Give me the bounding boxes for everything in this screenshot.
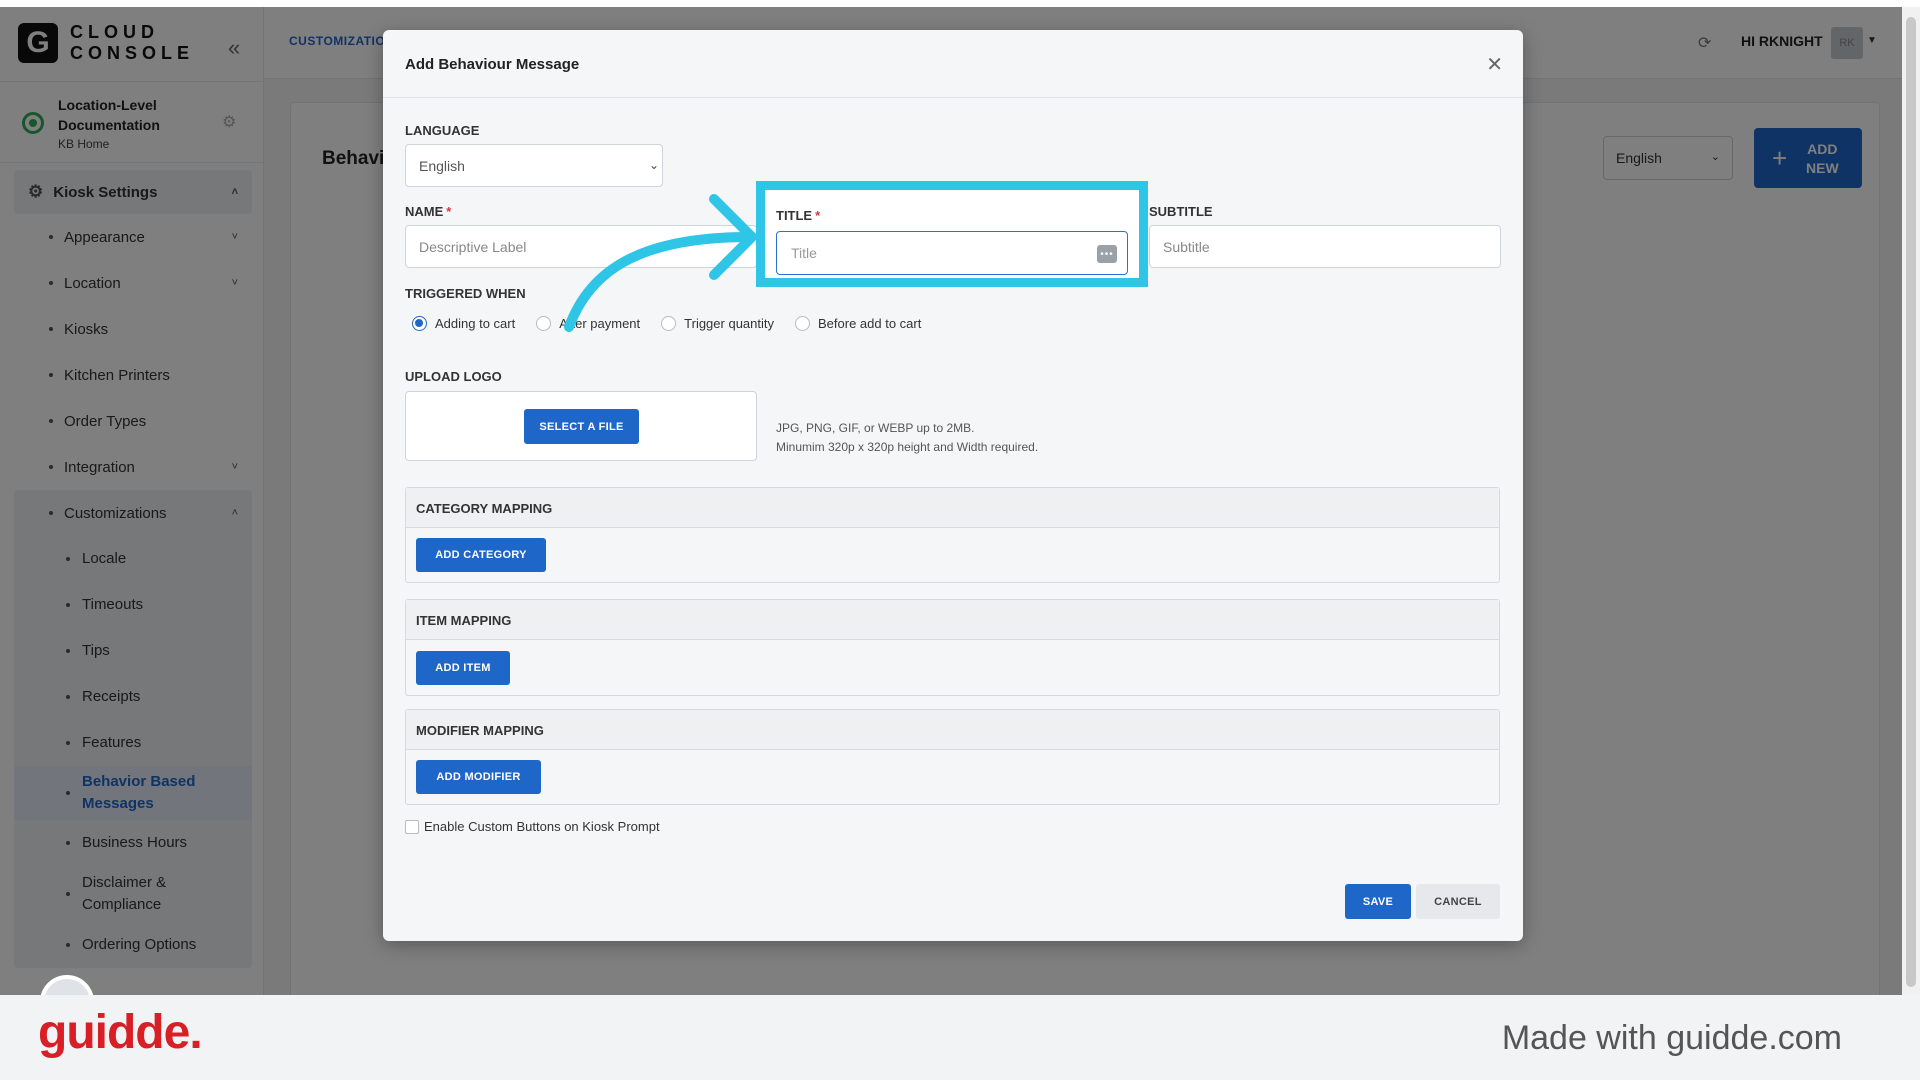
name-label: NAME * [405,204,451,219]
trigger-before-add-to-cart[interactable]: Before add to cart [795,316,921,331]
modifier-mapping-panel: MODIFIER MAPPING ADD MODIFIER [405,709,1500,805]
upload-dropzone[interactable]: SELECT A FILE [405,391,757,461]
subtitle-label: SUBTITLE [1149,204,1213,219]
custom-buttons-toggle[interactable]: Enable Custom Buttons on Kiosk Prompt [405,819,660,834]
custom-buttons-label: Enable Custom Buttons on Kiosk Prompt [424,819,660,834]
made-with-guidde[interactable]: Made with guidde.com [1502,1019,1842,1058]
radio-unchecked[interactable] [536,316,552,331]
modal-title: Add Behaviour Message [405,56,580,73]
upload-hint-line-2: Minumim 320p x 320p height and Width req… [776,440,1039,454]
modal-header: Add Behaviour Message ✕ [383,30,1523,98]
modifier-mapping-title: MODIFIER MAPPING [406,710,1499,750]
select-file-button[interactable]: SELECT A FILE [524,409,639,444]
radio-checked[interactable] [412,316,427,331]
trigger-after-payment[interactable]: After payment [536,316,640,331]
trigger-label: Before add to cart [818,316,922,331]
item-mapping-title: ITEM MAPPING [406,600,1499,640]
name-label-text: NAME [405,204,444,219]
required-mark: * [446,204,452,219]
title-label: TITLE * [776,208,820,223]
close-icon[interactable]: ✕ [1486,52,1503,77]
name-input[interactable] [405,225,757,268]
trigger-adding-to-cart[interactable]: Adding to cart [412,316,515,331]
language-select[interactable]: English [405,144,663,187]
add-item-button[interactable]: ADD ITEM [416,651,510,685]
upload-hint: JPG, PNG, GIF, or WEBP up to 2MB. Minumi… [776,419,1038,457]
category-mapping-title: CATEGORY MAPPING [406,488,1499,528]
guidde-footer: guidde. Made with guidde.com [0,995,1920,1080]
title-input[interactable] [776,231,1128,275]
top-border [0,0,1920,7]
trigger-trigger-quantity[interactable]: Trigger quantity [661,316,774,331]
subtitle-input[interactable] [1149,225,1501,268]
guidde-logo: guidde. [38,1006,203,1059]
trigger-label: Trigger quantity [684,316,774,331]
add-category-button[interactable]: ADD CATEGORY [416,538,546,572]
title-field-highlight: TITLE* ••• [756,181,1148,287]
checkbox-unchecked[interactable] [405,819,419,834]
trigger-radio-group: Adding to cart After payment Trigger qua… [412,316,942,331]
save-button[interactable]: SAVE [1345,884,1411,919]
item-mapping-panel: ITEM MAPPING ADD ITEM [405,599,1500,696]
add-behaviour-message-modal: Add Behaviour Message ✕ LANGUAGE English… [383,30,1523,941]
cancel-button[interactable]: CANCEL [1416,884,1500,919]
radio-unchecked[interactable] [795,316,810,331]
required-mark: * [815,208,821,223]
scrollbar-thumb[interactable] [1906,17,1916,987]
trigger-label: After payment [559,316,641,331]
category-mapping-panel: CATEGORY MAPPING ADD CATEGORY [405,487,1500,583]
language-select-value: English [419,158,465,174]
upload-hint-line-1: JPG, PNG, GIF, or WEBP up to 2MB. [776,421,975,435]
add-modifier-button[interactable]: ADD MODIFIER [416,760,541,794]
triggered-when-label: TRIGGERED WHEN [405,286,526,301]
title-label-text: TITLE [776,208,813,223]
page-scrollbar[interactable] [1902,7,1920,995]
upload-logo-label: UPLOAD LOGO [405,369,502,384]
trigger-label: Adding to cart [435,316,516,331]
radio-unchecked[interactable] [661,316,677,331]
more-options-icon[interactable]: ••• [1097,245,1117,263]
language-label: LANGUAGE [405,123,480,138]
chevron-down-icon: ⌄ [649,158,660,172]
